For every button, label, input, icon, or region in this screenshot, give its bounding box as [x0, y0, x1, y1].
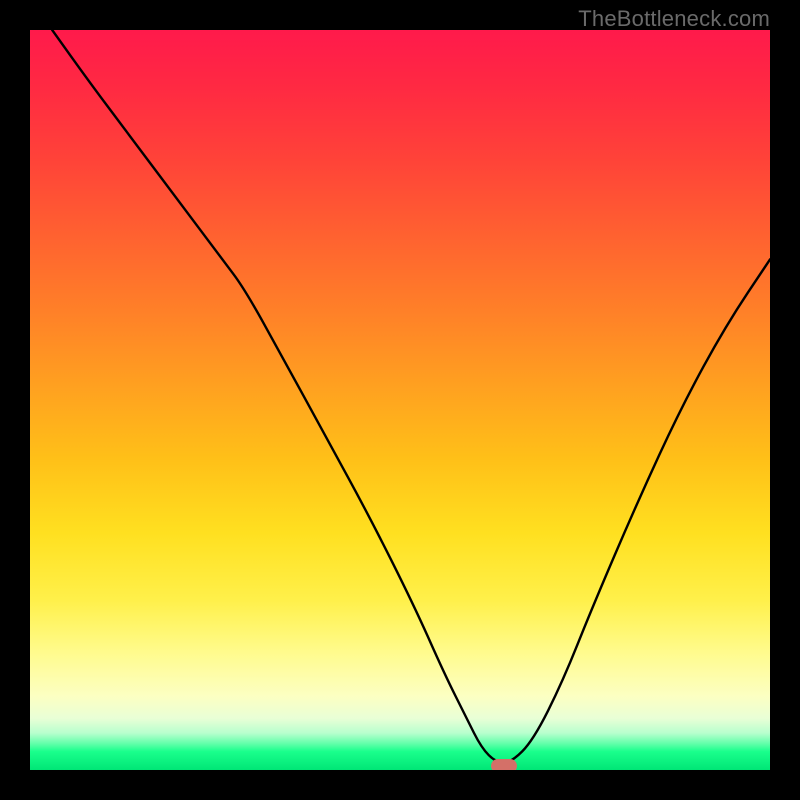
- curve-svg: [30, 30, 770, 770]
- attribution-text: TheBottleneck.com: [578, 6, 770, 32]
- chart-frame: TheBottleneck.com: [0, 0, 800, 800]
- optimal-marker: [491, 759, 517, 770]
- plot-area: [30, 30, 770, 770]
- bottleneck-curve: [52, 30, 770, 763]
